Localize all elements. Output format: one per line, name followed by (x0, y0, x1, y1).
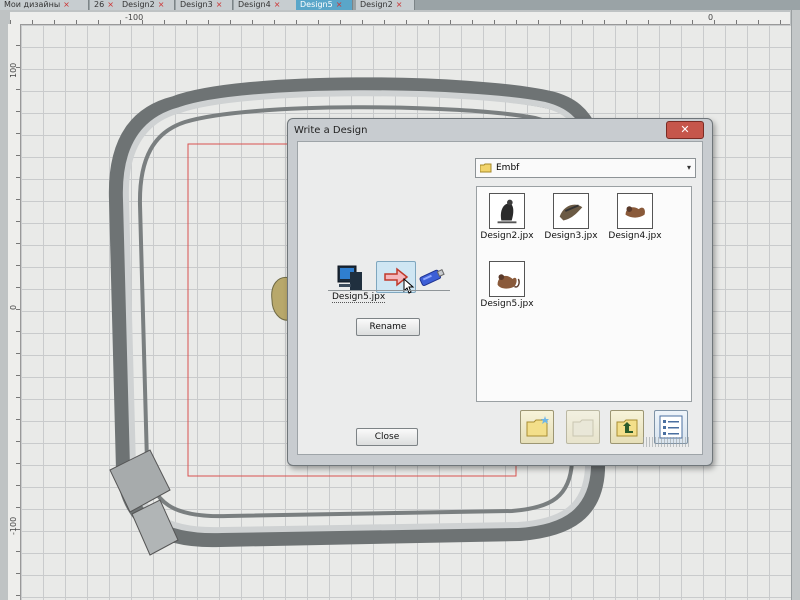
file-name: Design2.jpx (480, 231, 534, 241)
divider (328, 290, 450, 291)
write-to-usb-button[interactable] (376, 261, 416, 294)
folder-dropdown-value: Embf (496, 163, 520, 173)
new-folder-icon (526, 416, 549, 437)
dialog-client-area: Design5.jpx Rename Close Embf ▾ Design2.… (297, 141, 703, 455)
resize-grip[interactable] (643, 437, 691, 447)
file-name: Design5.jpx (480, 299, 534, 309)
dialog-close-button[interactable]: ✕ (666, 121, 704, 139)
up-folder-button[interactable] (610, 410, 644, 444)
new-folder-button[interactable] (520, 410, 554, 444)
file-list: Design2.jpx Design3.jpx Design4.jpx Desi… (476, 186, 692, 402)
open-folder-button[interactable] (566, 410, 600, 444)
folder-open-icon (572, 419, 594, 437)
target-filename[interactable]: Design5.jpx (332, 292, 386, 303)
folder-up-icon (616, 419, 638, 437)
rename-button[interactable]: Rename (356, 318, 420, 336)
file-item[interactable]: Design2.jpx (477, 193, 537, 241)
chevron-down-icon[interactable]: ▾ (687, 159, 691, 177)
embroidery-thumbnail-icon (553, 193, 589, 229)
file-name: Design3.jpx (544, 231, 598, 241)
write-design-dialog: Write a Design ✕ Design5.jpx Rename Clos… (287, 118, 713, 466)
computer-icon (337, 265, 362, 290)
embroidery-thumbnail-icon (617, 193, 653, 229)
file-name: Design4.jpx (608, 231, 662, 241)
close-button[interactable]: Close (356, 428, 418, 446)
dialog-title: Write a Design (294, 125, 368, 136)
file-item[interactable]: Design4.jpx (605, 193, 665, 241)
close-icon: ✕ (680, 123, 690, 136)
mouse-cursor-icon (403, 278, 415, 294)
folder-icon (480, 163, 492, 173)
file-item[interactable]: Design3.jpx (541, 193, 601, 241)
embroidery-thumbnail-icon (489, 193, 525, 229)
file-item[interactable]: Design5.jpx (477, 261, 537, 309)
usb-drive-icon (419, 269, 445, 287)
embroidery-thumbnail-icon (489, 261, 525, 297)
folder-dropdown[interactable]: Embf ▾ (475, 158, 696, 178)
